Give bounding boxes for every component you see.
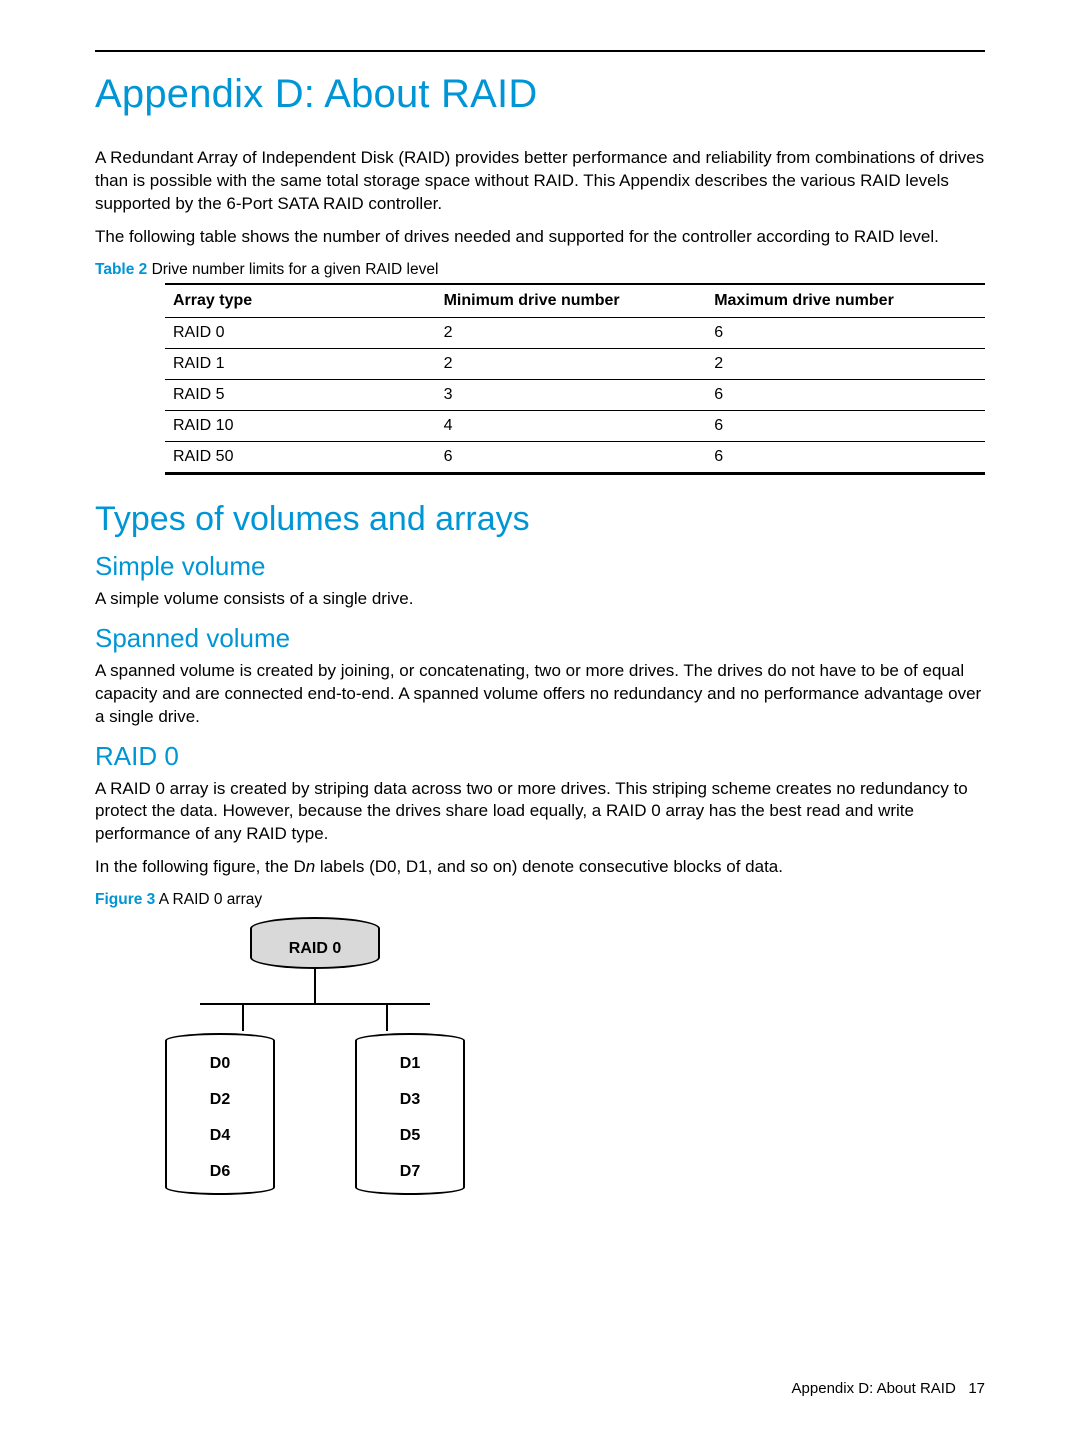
figure-caption-text: A RAID 0 array (155, 891, 262, 908)
page-number: 17 (968, 1380, 985, 1397)
cell-max: 6 (706, 379, 985, 410)
simple-volume-title: Simple volume (95, 551, 985, 582)
table-row: RAID 026 (165, 317, 985, 348)
cell-min: 2 (436, 317, 707, 348)
table-caption-text: Drive number limits for a given RAID lev… (147, 261, 438, 278)
intro-paragraph-1: A Redundant Array of Independent Disk (R… (95, 147, 985, 216)
cell-max: 6 (706, 441, 985, 473)
raid0-diagram: RAID 0 D0 D2 D4 D6 D1 D3 D5 (165, 917, 985, 1195)
cell-max: 2 (706, 348, 985, 379)
appendix-title: Appendix D: About RAID (95, 72, 985, 117)
top-rule (95, 50, 985, 52)
types-section-title: Types of volumes and arrays (95, 500, 985, 539)
table-row: RAID 5066 (165, 441, 985, 473)
cell-type: RAID 10 (165, 410, 436, 441)
cell-max: 6 (706, 317, 985, 348)
page: Appendix D: About RAID A Redundant Array… (0, 0, 1080, 1437)
spanned-volume-text: A spanned volume is created by joining, … (95, 660, 985, 729)
cell-min: 2 (436, 348, 707, 379)
cell-max: 6 (706, 410, 985, 441)
table-row: RAID 122 (165, 348, 985, 379)
block-label: D7 (355, 1151, 465, 1195)
raid0-paragraph-1: A RAID 0 array is created by striping da… (95, 778, 985, 847)
drive-right: D1 D3 D5 D7 (355, 1033, 465, 1195)
connector-line (314, 969, 316, 1003)
table-row: RAID 536 (165, 379, 985, 410)
footer-text: Appendix D: About RAID (792, 1380, 956, 1397)
raid-level-table: Array type Minimum drive number Maximum … (165, 283, 985, 475)
cell-min: 4 (436, 410, 707, 441)
connector-bar (200, 1003, 430, 1005)
spanned-volume-title: Spanned volume (95, 623, 985, 654)
table-row: RAID 1046 (165, 410, 985, 441)
simple-volume-text: A simple volume consists of a single dri… (95, 588, 985, 611)
cell-type: RAID 50 (165, 441, 436, 473)
raid0-title: RAID 0 (95, 741, 985, 772)
cell-min: 6 (436, 441, 707, 473)
text-fragment: labels (D0, D1, and so on) denote consec… (315, 857, 783, 876)
raid0-paragraph-2: In the following figure, the Dn labels (… (95, 856, 985, 879)
table-caption-label: Table 2 (95, 261, 147, 278)
table-caption: Table 2 Drive number limits for a given … (95, 261, 985, 279)
page-footer: Appendix D: About RAID 17 (792, 1380, 985, 1397)
cell-type: RAID 0 (165, 317, 436, 348)
cell-type: RAID 5 (165, 379, 436, 410)
col-header-max: Maximum drive number (706, 284, 985, 318)
cell-min: 3 (436, 379, 707, 410)
cell-type: RAID 1 (165, 348, 436, 379)
italic-n: n (306, 857, 315, 876)
figure-caption-label: Figure 3 (95, 891, 155, 908)
col-header-array-type: Array type (165, 284, 436, 318)
figure-caption: Figure 3 A RAID 0 array (95, 891, 985, 909)
block-label: D6 (165, 1151, 275, 1195)
col-header-min: Minimum drive number (436, 284, 707, 318)
raid-top-label: RAID 0 (250, 931, 380, 969)
intro-paragraph-2: The following table shows the number of … (95, 226, 985, 249)
raid-cylinder-icon: RAID 0 (250, 917, 380, 969)
text-fragment: In the following figure, the D (95, 857, 306, 876)
drive-left: D0 D2 D4 D6 (165, 1033, 275, 1195)
table-header-row: Array type Minimum drive number Maximum … (165, 284, 985, 318)
